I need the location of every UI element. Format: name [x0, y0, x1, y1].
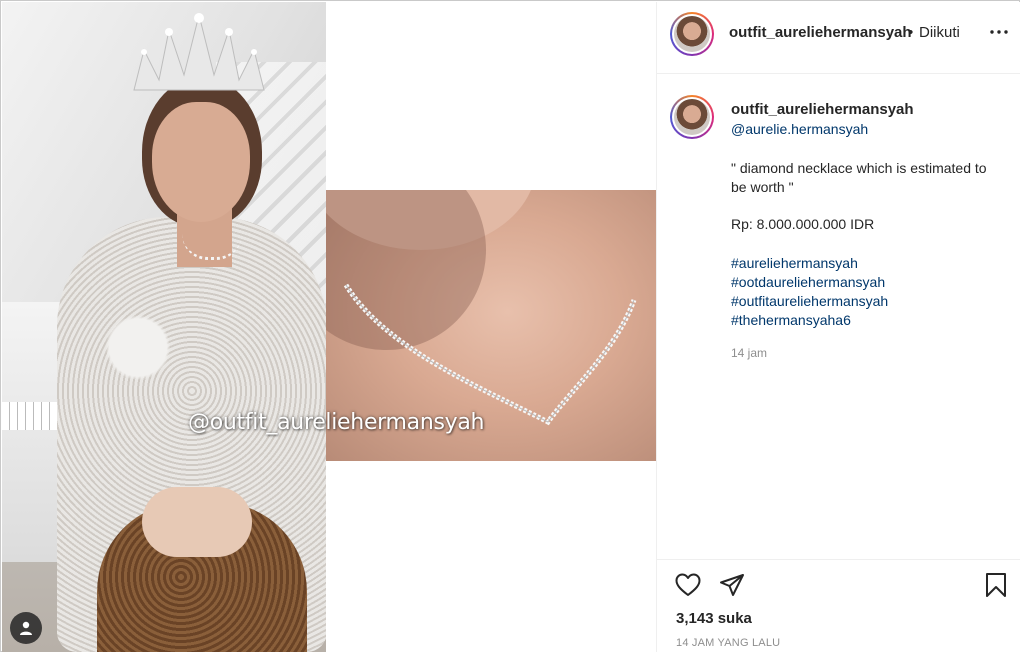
hashtag-link[interactable]: #aureliehermansyah — [731, 254, 888, 273]
watermark-text: @outfit_aureliehermansyah — [188, 410, 485, 435]
paper-plane-icon — [720, 574, 744, 596]
hashtag-link[interactable]: #outfitaureliehermansyah — [731, 292, 888, 311]
caption-username-link[interactable]: outfit_aureliehermansyah — [731, 101, 914, 118]
caption-price: Rp: 8.000.000.000 IDR — [731, 216, 875, 232]
caption-timestamp: 14 jam — [731, 346, 768, 360]
mention-link[interactable]: @aurelie.hermansyah — [731, 121, 868, 137]
share-button[interactable] — [717, 570, 747, 600]
post-sidebar: outfit_aureliehermansyah • Diikuti outfi… — [656, 2, 1020, 652]
post-actions: 3,143 suka 14 JAM YANG LALU — [657, 559, 1020, 652]
post-caption: outfit_aureliehermansyah @aurelie.herman… — [657, 75, 1020, 559]
more-options-button[interactable] — [987, 20, 1011, 44]
header-separator: • — [908, 24, 914, 41]
likes-count[interactable]: 3,143 suka — [676, 610, 752, 627]
post-modal: @outfit_aureliehermansyah outfit_aurelie… — [0, 0, 1020, 652]
header-username-link[interactable]: outfit_aureliehermansyah — [729, 24, 912, 41]
tagged-users-button[interactable] — [10, 612, 42, 644]
more-horizontal-icon — [990, 30, 1008, 34]
post-media[interactable]: @outfit_aureliehermansyah — [2, 2, 656, 652]
like-button[interactable] — [673, 570, 703, 600]
crown-graphic — [133, 13, 265, 91]
caption-quote: " diamond necklace which is estimated to… — [731, 160, 987, 195]
person-icon — [20, 621, 32, 635]
hashtag-link[interactable]: #ootdaureliehermansyah — [731, 273, 888, 292]
save-button[interactable] — [981, 570, 1011, 600]
hashtag-link[interactable]: #thehermansyaha6 — [731, 311, 888, 330]
avatar[interactable] — [670, 12, 714, 56]
post-header: outfit_aureliehermansyah • Diikuti — [657, 2, 1020, 74]
following-button[interactable]: Diikuti — [919, 24, 960, 41]
caption-avatar[interactable] — [670, 95, 714, 139]
hashtag-list: #aureliehermansyah #ootdaureliehermansya… — [731, 254, 888, 330]
heart-icon — [675, 573, 701, 596]
bookmark-icon — [986, 573, 1006, 597]
photo-bride — [2, 2, 326, 652]
post-time-ago: 14 JAM YANG LALU — [676, 637, 781, 649]
